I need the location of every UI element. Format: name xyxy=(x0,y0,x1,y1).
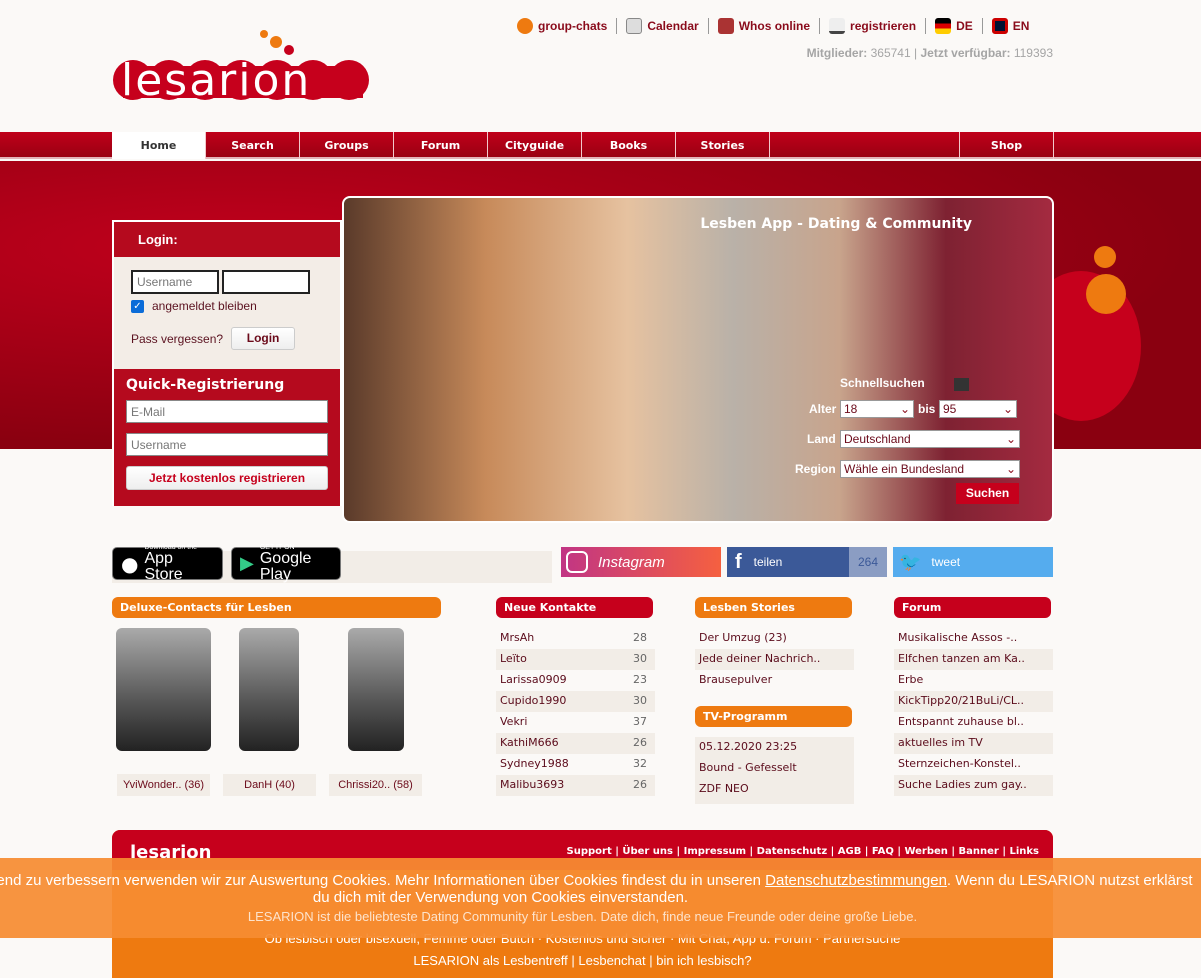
list-item[interactable]: Suche Ladies zum gay.. xyxy=(894,775,1053,796)
region-select[interactable]: Wähle ein Bundesland ⌄ xyxy=(840,460,1020,478)
forum-list: Musikalische Assos -.. Elfchen tanzen am … xyxy=(894,628,1053,796)
deluxe-caption[interactable]: Chrissi20.. (58) xyxy=(329,774,422,796)
login-password-input[interactable] xyxy=(222,270,310,294)
register-button[interactable]: Jetzt kostenlos registrieren xyxy=(126,466,328,490)
list-item[interactable]: aktuelles im TV xyxy=(894,733,1053,754)
list-item[interactable]: Brausepulver xyxy=(695,670,854,691)
stories-list: Der Umzug (23) Jede deiner Nachrich.. Brau… xyxy=(695,628,854,691)
forum-header: Forum xyxy=(894,597,1051,618)
member-stats: Mitglieder: 365741 | Jetzt verfügbar: 11… xyxy=(806,46,1053,60)
list-item[interactable]: Larissa0909 23 xyxy=(496,670,655,691)
people-icon xyxy=(717,18,734,34)
google-play-icon: ▶ xyxy=(240,553,254,574)
nav-home[interactable]: Home xyxy=(112,132,206,159)
lang-en[interactable]: EN xyxy=(983,18,1039,34)
stories-header: Lesben Stories xyxy=(695,597,852,618)
reg-username-input[interactable]: Username xyxy=(126,433,328,456)
calendar-icon xyxy=(626,18,643,34)
list-item[interactable]: MrsAh 28 xyxy=(496,628,655,649)
instagram-button[interactable]: Instagram xyxy=(561,547,721,577)
nav-cityguide[interactable]: Cityguide xyxy=(488,132,582,159)
instagram-icon xyxy=(566,551,588,573)
svg-text:lesarion: lesarion xyxy=(121,55,311,103)
deluxe-header: Deluxe-Contacts für Lesben xyxy=(112,597,441,618)
nav-stories[interactable]: Stories xyxy=(676,132,770,159)
list-item[interactable]: Entspannt zuhause bl.. xyxy=(894,712,1053,733)
remember-checkbox[interactable]: ✓ xyxy=(131,299,144,313)
login-username-input[interactable]: Username xyxy=(131,270,219,294)
logo[interactable]: lesarion xyxy=(113,28,373,106)
top-links: group-chats Calendar Whos online registr… xyxy=(508,18,1038,34)
search-icon xyxy=(954,378,969,391)
list-item[interactable]: Elfchen tanzen am Ka.. xyxy=(894,649,1053,670)
list-item[interactable]: Der Umzug (23) xyxy=(695,628,854,649)
list-item[interactable]: Jede deiner Nachrich.. xyxy=(695,649,854,670)
list-item[interactable]: KathiM666 26 xyxy=(496,733,655,754)
list-item[interactable]: ZDF NEO xyxy=(695,779,854,800)
nav-spacer xyxy=(770,132,960,159)
calendar-link[interactable]: Calendar xyxy=(617,18,709,34)
email-input[interactable]: E-Mail xyxy=(126,400,328,423)
list-item[interactable]: Musikalische Assos -.. xyxy=(894,628,1053,649)
neue-kontakte-list: MrsAh 28 Leïto 30 Larissa0909 23 Cupido1990 30 V… xyxy=(496,628,655,796)
list-item[interactable]: Leïto 30 xyxy=(496,649,655,670)
login-button[interactable]: Login xyxy=(231,327,296,350)
deluxe-caption[interactable]: YviWonder.. (36) xyxy=(117,774,210,796)
search-button[interactable]: Suchen xyxy=(956,483,1019,504)
tweet-button[interactable]: 🐦 tweet xyxy=(893,547,1053,577)
neue-kontakte-header: Neue Kontakte xyxy=(496,597,653,618)
footer-links[interactable]: Support | Über uns | Impressum | Datensc… xyxy=(567,846,1040,857)
list-item[interactable]: Vekri 37 xyxy=(496,712,655,733)
register-link[interactable]: registrieren xyxy=(820,18,927,34)
quick-reg-title: Quick-Registrierung xyxy=(126,377,285,393)
main-nav: Home Search Groups Forum Cityguide Books… xyxy=(0,132,1201,159)
hero-title: Lesben App - Dating & Community xyxy=(700,216,972,232)
forgot-password-link[interactable]: Pass vergessen? xyxy=(131,332,223,346)
google-play-badge[interactable]: ▶ GET IT ON Google Play xyxy=(231,544,341,583)
deluxe-caption[interactable]: DanH (40) xyxy=(223,774,316,796)
flag-uk-icon xyxy=(991,18,1008,34)
flag-de-icon xyxy=(935,18,952,34)
app-store-badge[interactable]: ● Download on the App Store xyxy=(112,544,223,583)
list-item[interactable]: Erbe xyxy=(894,670,1053,691)
share-count: 264 xyxy=(849,547,887,577)
tv-header: TV-Programm xyxy=(695,706,852,727)
nav-forum[interactable]: Forum xyxy=(394,132,488,159)
login-panel: Login: Username ✓ angemeldet bleiben Pas… xyxy=(112,220,342,506)
nav-search[interactable]: Search xyxy=(206,132,300,159)
privacy-link[interactable]: Datenschutzbestimmungen xyxy=(765,872,947,889)
whos-online-link[interactable]: Whos online xyxy=(709,18,821,34)
land-select[interactable]: Deutschland ⌄ xyxy=(840,430,1020,448)
chat-icon xyxy=(517,18,533,34)
quicksearch-title: Schnellsuchen xyxy=(840,376,925,390)
apple-icon: ● xyxy=(121,551,139,576)
list-item[interactable]: KickTipp20/21BuLi/CL.. xyxy=(894,691,1053,712)
footer-seo-links[interactable]: LESARION als Lesbentreff | Lesbenchat | … xyxy=(112,950,1053,972)
nav-books[interactable]: Books xyxy=(582,132,676,159)
age-from-select[interactable]: 18 ⌄ xyxy=(840,400,914,418)
twitter-icon: 🐦 xyxy=(899,551,922,572)
list-item[interactable]: Sternzeichen-Konstel.. xyxy=(894,754,1053,775)
list-item[interactable]: Cupido1990 30 xyxy=(496,691,655,712)
hero-photo: Lesben App - Dating & Community Schnells… xyxy=(342,196,1054,523)
list-item[interactable]: Sydney1988 32 xyxy=(496,754,655,775)
list-item[interactable]: Malibu3693 26 xyxy=(496,775,655,796)
login-title: Login: xyxy=(138,232,178,247)
register-icon xyxy=(829,18,846,34)
deluxe-photo[interactable] xyxy=(348,628,404,751)
list-item[interactable]: Bound - Gefesselt xyxy=(695,758,854,779)
nav-shop[interactable]: Shop xyxy=(960,132,1054,159)
age-to-select[interactable]: 95 ⌄ xyxy=(939,400,1017,418)
footer-tagline: LESARION ist die beliebteste Dating Comm… xyxy=(247,909,918,924)
nav-groups[interactable]: Groups xyxy=(300,132,394,159)
group-chats-link[interactable]: group-chats xyxy=(508,18,618,34)
lang-de[interactable]: DE xyxy=(926,18,983,34)
facebook-share-button[interactable]: f teilen 264 xyxy=(727,547,887,577)
tv-list: 05.12.2020 23:25 Bound - Gefesselt ZDF NEO xyxy=(695,737,854,804)
deluxe-photo[interactable] xyxy=(116,628,211,751)
facebook-icon: f xyxy=(735,550,742,573)
deluxe-photo[interactable] xyxy=(239,628,299,751)
list-item[interactable]: 05.12.2020 23:25 xyxy=(695,737,854,758)
